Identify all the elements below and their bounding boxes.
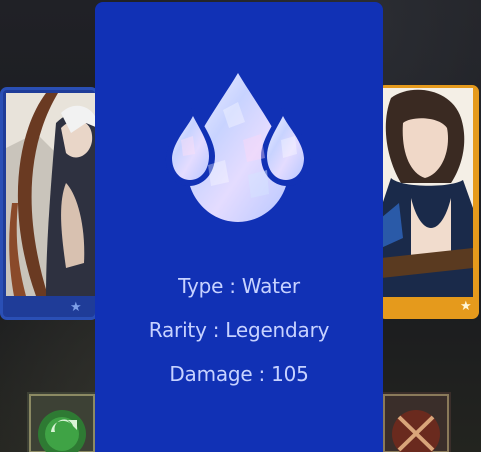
refresh-icon bbox=[27, 392, 97, 452]
damage-value: 105 bbox=[271, 362, 309, 386]
separator: : bbox=[212, 318, 220, 342]
damage-label: Damage bbox=[169, 362, 253, 386]
star-icon: ★ bbox=[70, 300, 82, 315]
type-label: Type bbox=[178, 274, 224, 298]
separator: : bbox=[229, 274, 236, 298]
damage-stat: Damage:105 bbox=[95, 362, 383, 386]
card-right[interactable]: ★ bbox=[378, 85, 479, 319]
element-card-modal: Type: Water Rarity: Legendary Damage:105 bbox=[95, 2, 383, 452]
type-stat: Type: Water bbox=[95, 274, 383, 298]
refresh-button[interactable] bbox=[27, 392, 97, 452]
star-icon: ★ bbox=[460, 299, 472, 314]
water-drop-icon bbox=[165, 73, 311, 222]
rarity-label: Rarity bbox=[148, 318, 207, 342]
battle-button[interactable] bbox=[381, 392, 451, 452]
card-portrait-archer bbox=[6, 93, 95, 296]
card-portrait-fighter bbox=[381, 88, 473, 297]
separator: : bbox=[258, 362, 266, 386]
crossed-swords-icon bbox=[381, 392, 451, 452]
type-value: Water bbox=[241, 274, 300, 298]
card-left[interactable]: ★ bbox=[0, 87, 98, 320]
rarity-value: Legendary bbox=[225, 318, 330, 342]
rarity-stat: Rarity: Legendary bbox=[95, 318, 383, 342]
